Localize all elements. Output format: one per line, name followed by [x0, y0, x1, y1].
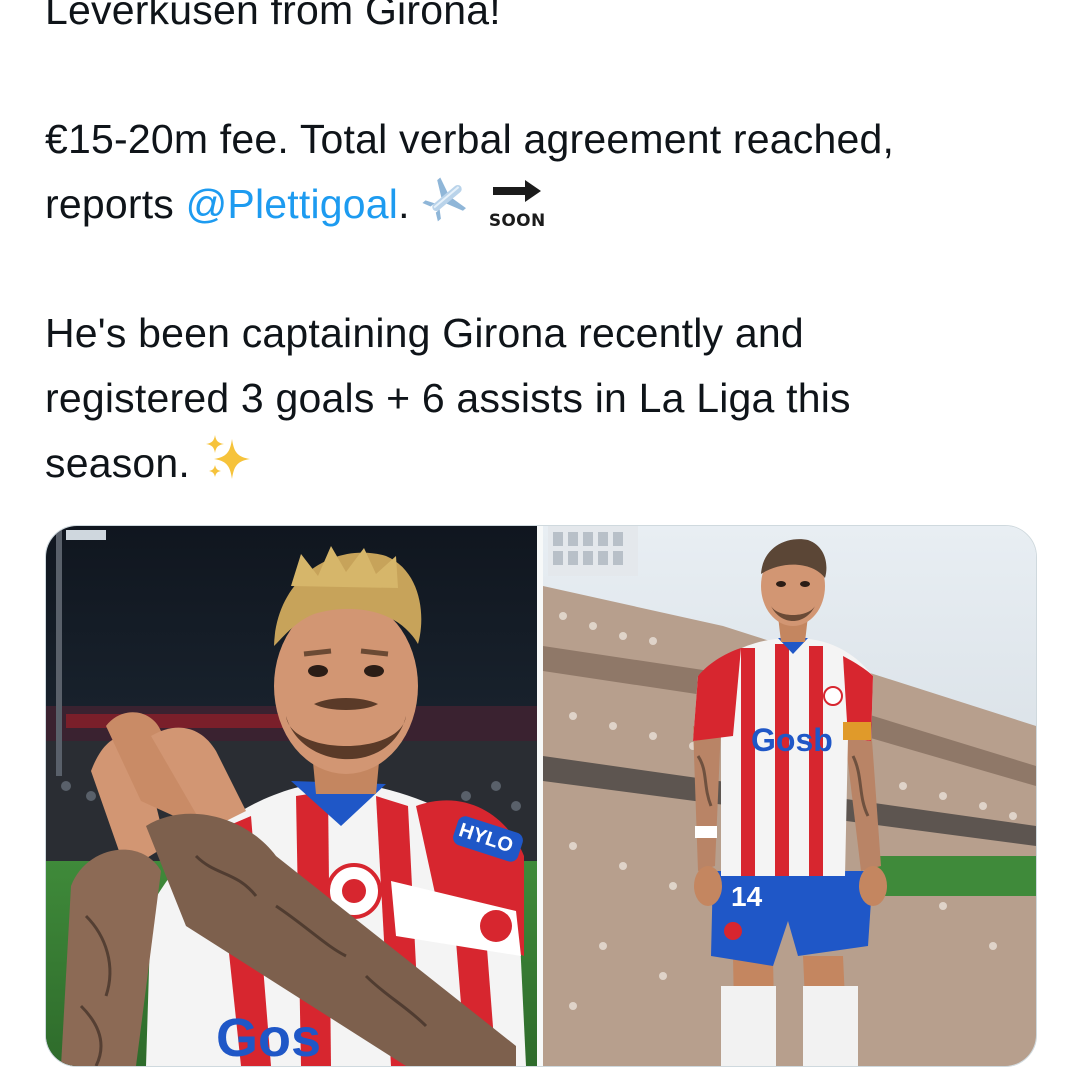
tweet-line-3: reports @Plettigoal. SOON [45, 172, 547, 242]
tweet-line-5: registered 3 goals + 6 assists in La Lig… [45, 375, 851, 421]
tweet-line-6-text: season. [45, 440, 191, 486]
photo-right-illustration: 14 Gosb [543, 526, 1036, 1066]
airplane-icon [421, 172, 473, 242]
soon-arrow-icon: SOON [489, 178, 547, 236]
sparkles-icon [202, 431, 254, 501]
tweet-line-6: season. [45, 431, 254, 501]
mention-link[interactable]: @Plettigoal [186, 181, 399, 227]
tweet-line-3-suffix: . [398, 181, 410, 227]
tweet-line-2: €15-20m fee. Total verbal agreement reac… [45, 116, 895, 162]
tweet-line-1: Leverkusen from Girona! [45, 0, 501, 33]
photo-left-illustration: HYLO Gos [46, 526, 537, 1066]
soon-label: SOON [488, 211, 546, 232]
left-shirt-sponsor: Gos [216, 1008, 321, 1066]
photo-left-player-clapping[interactable]: HYLO Gos [46, 526, 537, 1066]
photo-right-player-walking[interactable]: 14 Gosb [543, 526, 1036, 1066]
tweet-line-4: He's been captaining Girona recently and [45, 310, 804, 356]
tweet-line-3-prefix: reports [45, 181, 186, 227]
tweet-media-grid[interactable]: HYLO Gos 14 Gosb [45, 525, 1037, 1067]
right-shorts-number: 14 [731, 881, 763, 912]
right-shirt-sponsor: Gosb [751, 722, 833, 758]
